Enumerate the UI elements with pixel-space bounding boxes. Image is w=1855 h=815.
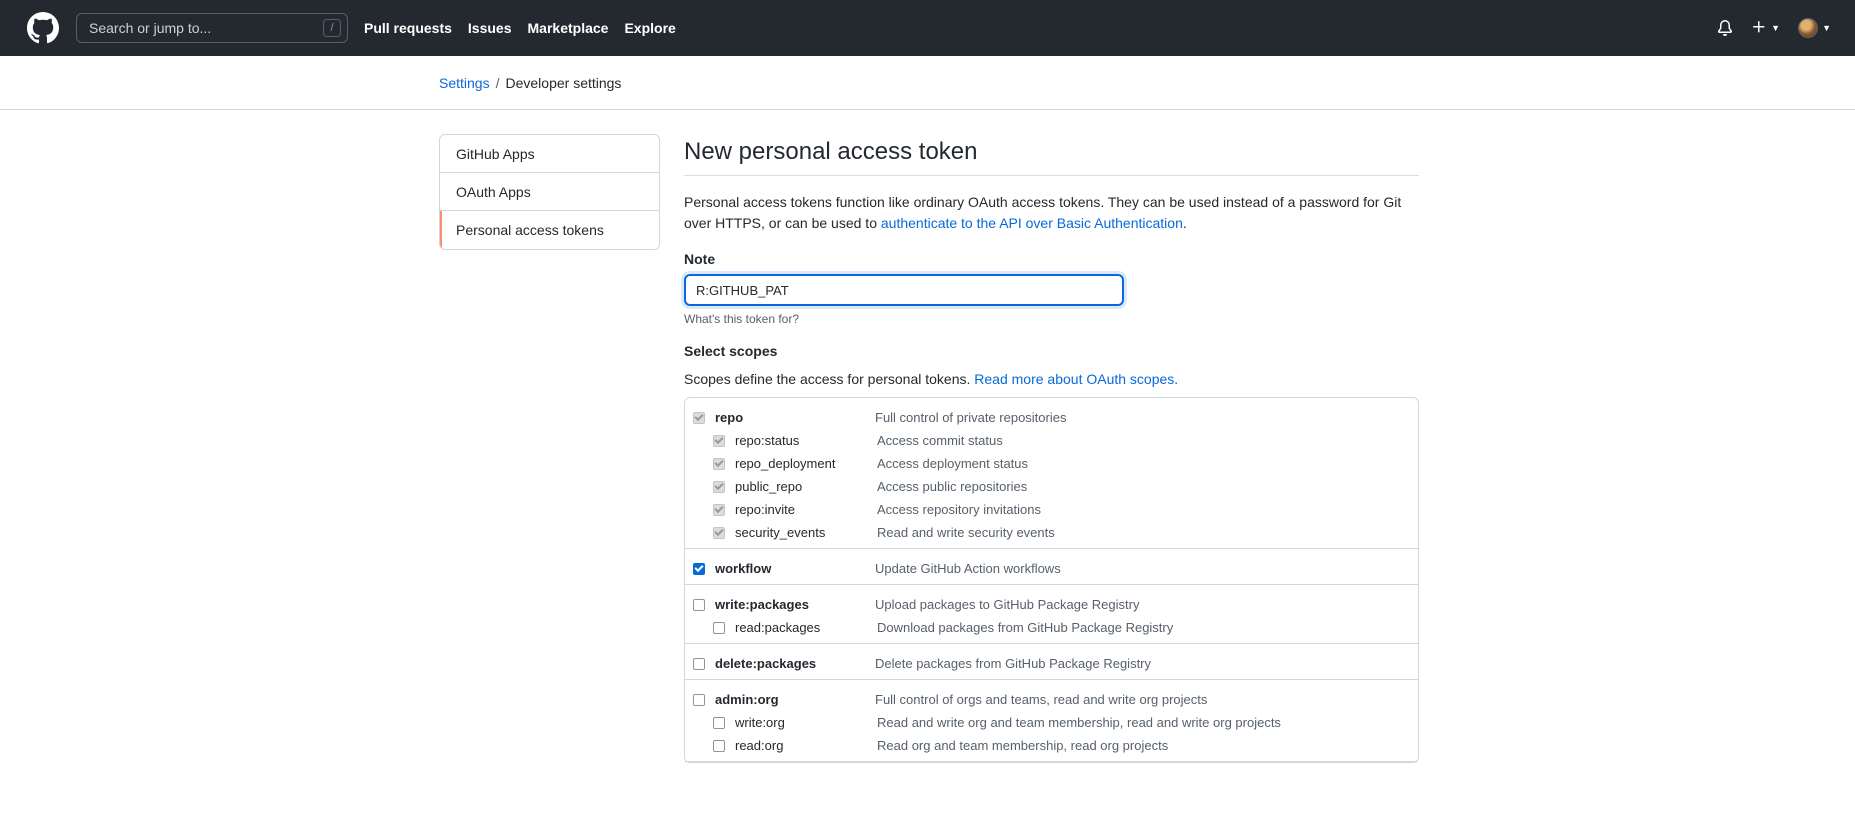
scope-row: admin:org Full control of orgs and teams,… (685, 688, 1418, 711)
scope-description: Access public repositories (877, 479, 1028, 494)
scope-checkbox (713, 526, 725, 539)
nav-explore[interactable]: Explore (624, 20, 675, 36)
scope-row: delete:packages Delete packages from GitH… (685, 652, 1418, 675)
top-nav: Pull requests Issues Marketplace Explore (364, 20, 692, 36)
scope-name: public_repo (735, 479, 803, 494)
scope-row: read:packages Download packages from GitH… (685, 616, 1418, 639)
scope-row: read:org Read org and team membership, re… (685, 734, 1418, 757)
user-menu[interactable]: ▼ (1798, 18, 1831, 38)
breadcrumb-separator: / (495, 74, 500, 91)
scope-checkbox (713, 457, 725, 470)
scope-checkbox (693, 411, 705, 424)
main-content: New personal access token Personal acces… (684, 134, 1419, 763)
scope-group-write-packages: write:packages Upload packages to GitHub … (685, 585, 1418, 644)
scope-description: Full control of orgs and teams, read and… (875, 692, 1208, 707)
scopes-label: Select scopes (684, 343, 778, 359)
description-end: . (1182, 215, 1187, 231)
page-description: Personal access tokens function like ord… (684, 192, 1419, 234)
breadcrumb-current: Developer settings (505, 74, 622, 91)
scope-checkbox[interactable] (713, 739, 725, 752)
scope-name: write:org (735, 715, 785, 730)
breadcrumb-settings-link[interactable]: Settings (439, 75, 490, 91)
scope-checkbox (713, 503, 725, 516)
header-actions: ▼ ▼ (1717, 18, 1831, 38)
scope-row: write:org Read and write org and team mem… (685, 711, 1418, 734)
create-new-menu[interactable]: ▼ (1751, 19, 1780, 38)
scope-group-admin-org: admin:org Full control of orgs and teams,… (685, 680, 1418, 762)
scope-name: read:org (735, 738, 784, 753)
caret-down-icon: ▼ (1771, 23, 1781, 33)
scope-description: Download packages from GitHub Package Re… (877, 620, 1174, 635)
search-placeholder: Search or jump to... (89, 20, 212, 36)
caret-down-icon: ▼ (1822, 23, 1831, 33)
nav-issues[interactable]: Issues (468, 20, 512, 36)
scope-row: public_repo Access public repositories (685, 475, 1418, 498)
scope-row: repo:status Access commit status (685, 429, 1418, 452)
scope-name: security_events (735, 525, 826, 540)
scope-group-workflow: workflow Update GitHub Action workflows (685, 549, 1418, 585)
scope-name: delete:packages (715, 656, 817, 671)
sidebar-item-oauth-apps[interactable]: OAuth Apps (440, 173, 659, 211)
sidebar-item-github-apps[interactable]: GitHub Apps (440, 135, 659, 173)
scope-checkbox (713, 434, 725, 447)
search-input[interactable]: Search or jump to... / (76, 13, 348, 43)
note-hint: What's this token for? (684, 312, 800, 326)
scope-checkbox[interactable] (713, 621, 725, 634)
scope-description: Read and write security events (877, 525, 1055, 540)
note-input[interactable]: R:GITHUB_PAT (684, 274, 1124, 306)
scope-checkbox[interactable] (693, 693, 705, 706)
note-label: Note (684, 251, 716, 267)
github-logo-icon[interactable] (26, 11, 60, 45)
scope-checkbox[interactable] (713, 716, 725, 729)
basic-auth-link[interactable]: authenticate to the API over Basic Authe… (881, 215, 1183, 231)
scope-row: write:packages Upload packages to GitHub … (685, 593, 1418, 616)
scopes-help: Scopes define the access for personal to… (684, 371, 1419, 387)
scope-row: repo:invite Access repository invitations (685, 498, 1418, 521)
scope-name: repo:invite (735, 502, 795, 517)
scope-row: repo Full control of private repositories (685, 406, 1418, 429)
scopes-list: repo Full control of private repositories… (684, 397, 1419, 763)
scope-row: workflow Update GitHub Action workflows (685, 557, 1418, 580)
scope-row: repo_deployment Access deployment status (685, 452, 1418, 475)
scope-name: repo_deployment (735, 456, 836, 471)
scope-checkbox[interactable] (693, 598, 705, 611)
top-header: Search or jump to... / Pull requests Iss… (0, 0, 1855, 56)
scope-name: read:packages (735, 620, 821, 635)
scope-description: Full control of private repositories (875, 410, 1067, 425)
nav-marketplace[interactable]: Marketplace (528, 20, 609, 36)
scope-group-repo: repo Full control of private repositories… (685, 398, 1418, 549)
scope-checkbox (713, 480, 725, 493)
scopes-help-text: Scopes define the access for personal to… (684, 371, 975, 387)
scope-description: Read org and team membership, read org p… (877, 738, 1169, 753)
scope-description: Read and write org and team membership, … (877, 715, 1281, 730)
scope-name: repo (715, 410, 744, 425)
scope-row: security_events Read and write security e… (685, 521, 1418, 544)
sidebar-item-personal-access-tokens[interactable]: Personal access tokens (440, 211, 659, 249)
nav-pull-requests[interactable]: Pull requests (364, 20, 452, 36)
scope-checkbox[interactable] (693, 562, 705, 575)
scope-name: repo:status (735, 433, 800, 448)
search-shortcut-key: / (323, 19, 341, 37)
scope-description: Access deployment status (877, 456, 1029, 471)
scope-group-delete-packages: delete:packages Delete packages from GitH… (685, 644, 1418, 680)
scope-description: Upload packages to GitHub Package Regist… (875, 597, 1140, 612)
scope-description: Delete packages from GitHub Package Regi… (875, 656, 1152, 671)
breadcrumb: Settings / Developer settings (0, 56, 1855, 110)
settings-sidebar: GitHub Apps OAuth Apps Personal access t… (439, 134, 660, 250)
avatar (1798, 18, 1819, 38)
scope-checkbox[interactable] (693, 657, 705, 670)
scope-description: Access repository invitations (877, 502, 1042, 517)
scope-name: admin:org (715, 692, 779, 707)
bell-icon[interactable] (1717, 20, 1733, 36)
scope-description: Access commit status (877, 433, 1003, 448)
plus-icon (1751, 19, 1767, 38)
scope-description: Update GitHub Action workflows (875, 561, 1061, 576)
scope-name: write:packages (715, 597, 809, 612)
page-title: New personal access token (684, 134, 1419, 176)
scope-name: workflow (715, 561, 772, 576)
oauth-scopes-link[interactable]: Read more about OAuth scopes. (974, 371, 1178, 387)
